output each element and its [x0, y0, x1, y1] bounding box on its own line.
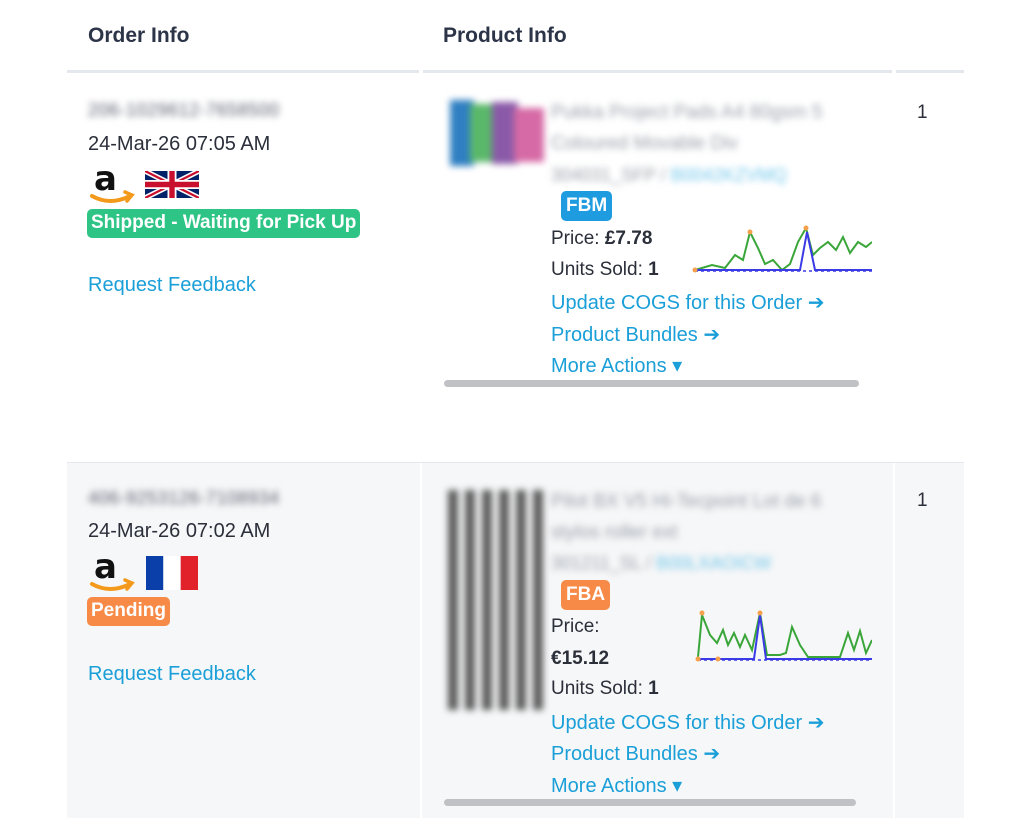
- order-id[interactable]: 206-1029612-7658500: [88, 100, 280, 121]
- svg-text:a: a: [94, 548, 117, 587]
- product-bundles-link[interactable]: Product Bundles ➔: [551, 741, 720, 766]
- amazon-logo-icon: a: [90, 548, 135, 591]
- horizontal-scrollbar[interactable]: [444, 380, 859, 387]
- sku-text: 304031_SFP: [551, 165, 656, 185]
- more-actions-dropdown[interactable]: More Actions ▾: [551, 353, 682, 378]
- price-value: €15.12: [551, 648, 609, 670]
- update-cogs-link[interactable]: Update COGS for this Order ➔: [551, 290, 825, 315]
- fulfillment-badge: FBM: [561, 191, 613, 221]
- sales-sparkline: [695, 610, 872, 662]
- product-title-line: Coloured Movable Div: [551, 133, 738, 154]
- fulfillment-badge: FBA: [561, 580, 611, 610]
- svg-text:a: a: [94, 160, 117, 199]
- units-row: Units Sold: 1: [551, 678, 659, 700]
- product-thumbnail[interactable]: [446, 490, 546, 710]
- header-order-info: Order Info: [88, 24, 190, 47]
- product-title-line: Pilot BX V5 Hi-Tecpoint Lot de 6: [551, 491, 822, 512]
- price-row: Price: £7.78: [551, 228, 652, 250]
- header-divider: [67, 70, 419, 73]
- france-flag-icon: [146, 556, 198, 590]
- units-value: 1: [648, 259, 659, 280]
- column-divider: [893, 463, 895, 818]
- status-badge: Shipped - Waiting for Pick Up: [87, 209, 361, 238]
- request-feedback-link[interactable]: Request Feedback: [88, 274, 256, 297]
- price-value: £7.78: [604, 228, 653, 249]
- price-label: Price:: [551, 616, 600, 637]
- header-divider: [896, 70, 964, 73]
- more-actions-dropdown[interactable]: More Actions ▾: [551, 773, 682, 798]
- product-thumbnail[interactable]: [450, 100, 546, 166]
- status-badge: Pending: [87, 597, 170, 626]
- update-cogs-link[interactable]: Update COGS for this Order ➔: [551, 710, 825, 735]
- units-label: Units Sold:: [551, 259, 643, 280]
- product-title-line: Pukka Project Pads A4 80gsm 5: [551, 102, 823, 123]
- quantity-value: 1: [917, 490, 928, 511]
- product-title-line: stylos roller ext: [551, 522, 678, 543]
- product-title[interactable]: Pukka Project Pads A4 80gsm 5 Coloured M…: [551, 97, 881, 159]
- product-bundles-link[interactable]: Product Bundles ➔: [551, 322, 720, 347]
- units-row: Units Sold: 1: [551, 259, 659, 281]
- units-value: 1: [648, 678, 659, 699]
- order-date: 24-Mar-26 07:05 AM: [88, 133, 271, 155]
- product-title[interactable]: Pilot BX V5 Hi-Tecpoint Lot de 6 stylos …: [551, 486, 881, 548]
- quantity-value: 1: [917, 102, 928, 123]
- order-date: 24-Mar-26 07:02 AM: [88, 520, 271, 542]
- price-value-text: €15.12: [551, 648, 610, 669]
- header-divider: [423, 70, 892, 73]
- column-divider: [420, 463, 422, 818]
- asin-link[interactable]: B00LXAOICW: [656, 553, 771, 573]
- price-label: Price:: [551, 228, 600, 249]
- row-divider: [67, 462, 964, 463]
- amazon-logo-icon: a: [90, 160, 135, 203]
- units-label: Units Sold:: [551, 678, 643, 699]
- request-feedback-link[interactable]: Request Feedback: [88, 663, 256, 686]
- product-sku: 304031_SFP / B0042KZVMQ: [551, 165, 787, 185]
- header-product-info: Product Info: [443, 24, 567, 47]
- product-sku: 301211_SL / B00LXAOICW: [551, 553, 772, 573]
- order-id[interactable]: 406-9253126-7108934: [88, 488, 280, 509]
- sku-text: 301211_SL: [551, 553, 642, 573]
- uk-flag-icon: [145, 171, 199, 198]
- asin-link[interactable]: B0042KZVMQ: [671, 165, 787, 185]
- horizontal-scrollbar[interactable]: [444, 799, 856, 806]
- sales-sparkline: [692, 225, 872, 273]
